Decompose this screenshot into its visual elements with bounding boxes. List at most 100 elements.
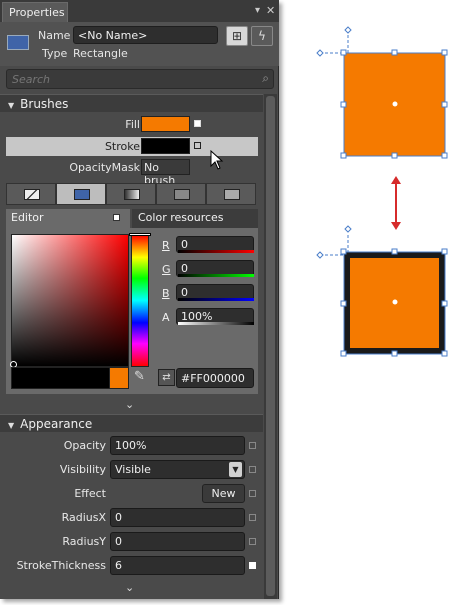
effect-row: Effect New — [6, 484, 258, 503]
fill-row[interactable]: Fill — [6, 115, 258, 134]
alpha-channel-bar[interactable] — [178, 322, 254, 325]
effect-label: Effect — [74, 487, 106, 500]
visibility-marker[interactable] — [249, 466, 256, 473]
no-brush-tab[interactable] — [6, 183, 56, 205]
type-value: Rectangle — [73, 47, 128, 60]
radiusx-marker[interactable] — [249, 514, 256, 521]
previous-color-preview[interactable] — [109, 367, 129, 389]
appearance-section-header[interactable]: ▼ Appearance — [0, 414, 263, 432]
type-label: Type — [42, 47, 68, 60]
stroke-marker[interactable] — [194, 142, 201, 149]
close-icon[interactable]: ✕ — [266, 4, 275, 17]
design-canvas — [316, 26, 448, 357]
solid-brush-tab[interactable] — [56, 183, 106, 205]
name-input[interactable]: <No Name> — [73, 26, 218, 44]
tab-color-resources[interactable]: Color resources — [132, 209, 258, 228]
fill-label: Fill — [125, 118, 140, 131]
color-format-toggle[interactable]: ⇄ — [158, 369, 175, 386]
rectangle-with-stroke[interactable] — [316, 225, 448, 357]
rectangle-icon — [7, 35, 29, 50]
gradient-brush-icon — [124, 189, 140, 200]
blue-channel-bar[interactable] — [178, 298, 254, 301]
name-label: Name — [38, 29, 71, 42]
radiusx-row: RadiusX 0 — [6, 508, 258, 527]
eyedropper-icon[interactable]: ✎ — [134, 369, 145, 384]
alpha-label: A — [162, 311, 170, 324]
object-header: Name <No Name> Type Rectangle ⊞ ϟ — [0, 22, 279, 66]
transition-arrow — [391, 176, 401, 230]
current-color-preview — [11, 367, 113, 389]
opacitymask-value[interactable]: No brush — [141, 159, 190, 187]
strokethickness-label: StrokeThickness — [16, 559, 106, 572]
no-brush-icon — [24, 189, 40, 200]
radiusy-label: RadiusY — [62, 535, 106, 548]
search-box: ⌕ — [6, 69, 274, 89]
lightning-icon: ϟ — [258, 29, 266, 43]
strokethickness-input[interactable]: 6 — [110, 556, 245, 575]
brushes-title: Brushes — [20, 97, 69, 111]
solid-brush-icon — [74, 189, 90, 200]
properties-icon: ⊞ — [231, 29, 243, 43]
panel-scrollbar[interactable] — [264, 94, 277, 599]
hue-slider[interactable] — [129, 233, 151, 367]
rectangle-without-stroke[interactable] — [316, 26, 448, 159]
properties-view-button[interactable]: ⊞ — [226, 26, 248, 46]
editor-marker — [113, 214, 120, 221]
visibility-label: Visibility — [59, 463, 106, 476]
events-view-button[interactable]: ϟ — [251, 26, 273, 46]
stroke-label: Stroke — [104, 140, 140, 153]
tab-properties[interactable]: Properties — [2, 2, 68, 22]
radiusx-label: RadiusX — [61, 511, 106, 524]
stroke-swatch[interactable] — [141, 138, 190, 154]
brushes-section-header[interactable]: ▼ Brushes — [0, 94, 263, 112]
opacity-label: Opacity — [63, 439, 106, 452]
brush-resources-tab[interactable] — [206, 183, 256, 205]
visibility-select[interactable]: Visible ▼ — [110, 460, 245, 479]
new-effect-button[interactable]: New — [202, 484, 245, 503]
pin-icon[interactable]: ▾ — [255, 5, 260, 16]
brushes-expand-icon[interactable]: ⌄ — [125, 398, 134, 411]
search-input[interactable] — [7, 70, 247, 88]
panel-tab-bar: Properties ▾ ✕ — [0, 0, 279, 22]
radiusy-marker[interactable] — [249, 538, 256, 545]
fill-swatch[interactable] — [141, 116, 190, 132]
brush-resources-icon — [224, 189, 240, 200]
color-resources-label: Color resources — [138, 211, 224, 224]
hex-input[interactable]: #FF000000 — [176, 368, 254, 388]
strokethickness-marker[interactable] — [249, 562, 256, 569]
radiusy-input[interactable]: 0 — [110, 532, 245, 551]
red-label: R — [162, 239, 170, 252]
properties-panel: Properties ▾ ✕ Name <No Name> Type Recta… — [0, 0, 279, 599]
saturation-value-picker[interactable] — [10, 234, 129, 368]
gradient-brush-tab[interactable] — [106, 183, 156, 205]
color-editor: R 0 G 0 B 0 A 100% ✎ ⇄ #FF000000 — [6, 228, 258, 394]
visibility-row: Visibility Visible ▼ — [6, 460, 258, 479]
opacitymask-marker — [196, 163, 203, 170]
collapse-triangle-icon: ▼ — [8, 421, 15, 430]
scrollbar-thumb[interactable] — [266, 96, 275, 596]
strokethickness-row: StrokeThickness 6 — [6, 556, 258, 575]
hue-slider-handle[interactable] — [129, 233, 151, 236]
collapse-triangle-icon: ▼ — [8, 101, 15, 110]
editor-tab-label: Editor — [11, 211, 44, 224]
opacitymask-label: OpacityMask — [69, 161, 140, 174]
opacity-marker[interactable] — [249, 442, 256, 449]
search-icon[interactable]: ⌕ — [262, 71, 269, 86]
tile-brush-tab[interactable] — [156, 183, 206, 205]
opacity-row: Opacity 100% — [6, 436, 258, 455]
opacity-input[interactable]: 100% — [110, 436, 245, 455]
tile-brush-icon — [174, 189, 190, 200]
radiusy-row: RadiusY 0 — [6, 532, 258, 551]
chevron-down-icon[interactable]: ▼ — [229, 462, 242, 477]
effect-marker[interactable] — [249, 490, 256, 497]
green-label: G — [162, 263, 171, 276]
appearance-title: Appearance — [20, 417, 93, 431]
radiusx-input[interactable]: 0 — [110, 508, 245, 527]
swap-icon: ⇄ — [162, 372, 171, 383]
fill-marker[interactable] — [194, 120, 201, 127]
tab-editor[interactable]: Editor — [6, 209, 130, 228]
mouse-cursor-icon — [210, 150, 224, 170]
green-channel-bar[interactable] — [178, 274, 254, 277]
appearance-expand-icon[interactable]: ⌄ — [125, 581, 134, 594]
red-channel-bar[interactable] — [178, 250, 254, 253]
